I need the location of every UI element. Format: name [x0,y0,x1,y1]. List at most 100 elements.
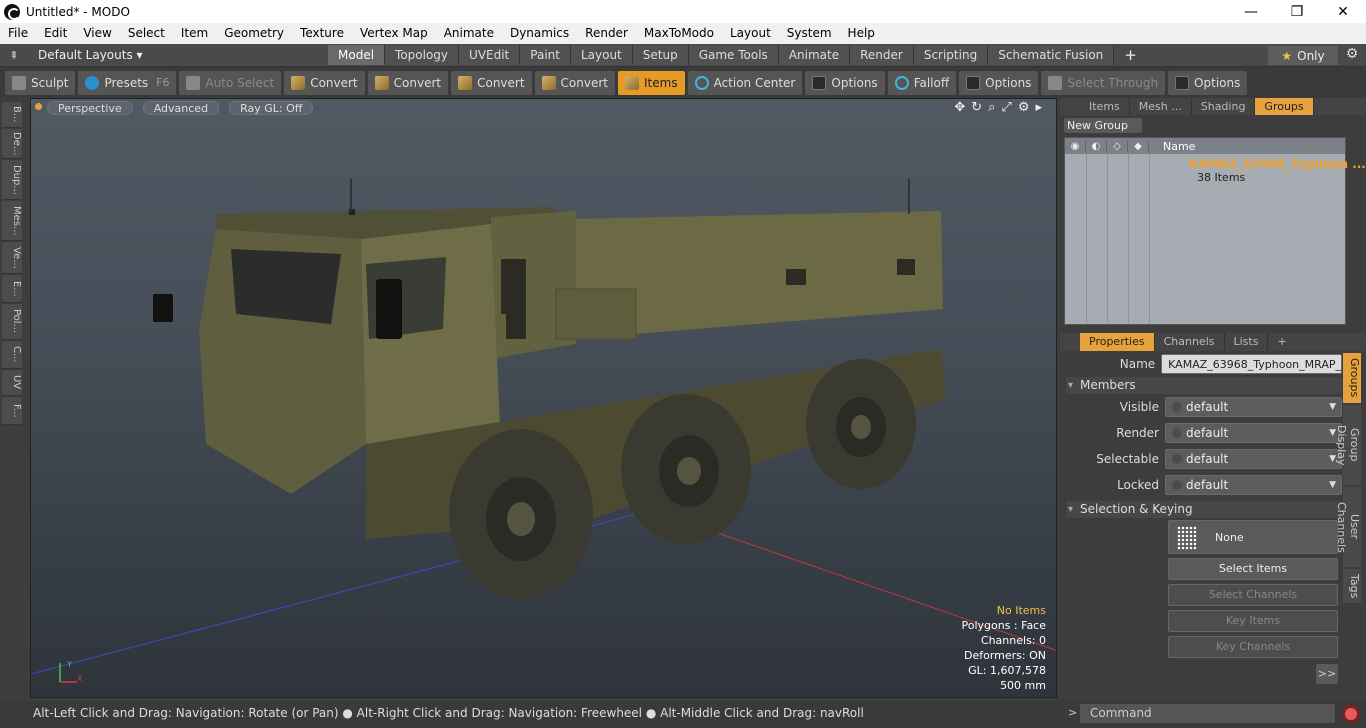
menu-view[interactable]: View [75,23,119,44]
pan-icon[interactable]: ✥ [954,100,965,115]
strip-tab-edge[interactable]: E... [2,275,22,303]
viewport-menu-icon[interactable] [35,103,42,110]
select-items-button[interactable]: Select Items [1168,558,1338,580]
none-button[interactable]: None [1168,520,1338,554]
key-items-button[interactable]: Key Items [1168,610,1338,632]
side-tab-group-display[interactable]: Group Display [1335,405,1361,485]
menu-vertex-map[interactable]: Vertex Map [352,23,436,44]
strip-tab-basic[interactable]: B... [2,102,22,128]
convert-edges-button[interactable]: Convert [367,70,449,95]
falloff-button[interactable]: Falloff [887,70,957,95]
layout-up-icon[interactable]: ⇞ [0,49,28,62]
group-row[interactable]: KAMAZ_63968_Typhoon ... 38 Items [1065,155,1366,185]
select-options-button[interactable]: Options [1168,70,1248,95]
zoom-icon[interactable]: ⌕ [988,100,995,115]
select-col-icon[interactable]: ◆ [1128,140,1149,152]
tab-model[interactable]: Model [328,45,386,65]
convert-materials-button[interactable]: Convert [534,70,615,95]
strip-tab-duplicate[interactable]: Dup... [2,160,22,200]
ray-gl-toggle[interactable]: Ray GL: Off [229,100,314,115]
menu-maxtomodo[interactable]: MaxToModo [636,23,722,44]
layout-gear-icon[interactable]: ⚙ [1342,46,1362,65]
col-name[interactable]: Name [1149,140,1195,153]
menu-select[interactable]: Select [120,23,173,44]
selectable-dropdown[interactable]: default ▼ [1165,449,1342,469]
strip-tab-fusion[interactable]: F... [2,397,22,425]
strip-tab-deform[interactable]: De... [2,129,22,159]
default-layouts-dropdown[interactable]: Default Layouts ▾ [28,48,328,62]
viewport-gear-icon[interactable]: ⚙ [1018,100,1030,115]
menu-layout[interactable]: Layout [722,23,779,44]
menu-system[interactable]: System [779,23,840,44]
strip-tab-curve[interactable]: C... [2,341,22,369]
minimize-button[interactable]: — [1228,0,1274,23]
auto-select-button[interactable]: Auto Select [179,70,282,95]
record-icon[interactable] [1342,705,1360,723]
strip-tab-vertex[interactable]: Ve... [2,242,22,274]
items-mode-button[interactable]: Items [618,70,685,95]
tab-animate[interactable]: Animate [778,45,851,65]
select-through-button[interactable]: Select Through [1041,70,1166,95]
convert-polygons-button[interactable]: Convert [451,70,532,95]
command-input[interactable]: Command [1080,704,1335,723]
options-button[interactable]: Options [805,70,885,95]
side-tab-user-channels[interactable]: User Channels [1335,487,1361,567]
locked-dropdown[interactable]: default ▼ [1165,475,1342,495]
convert-vertices-button[interactable]: Convert [284,70,365,95]
menu-dynamics[interactable]: Dynamics [502,23,577,44]
menu-help[interactable]: Help [840,23,883,44]
view-perspective-button[interactable]: Perspective [47,100,133,115]
render-dropdown[interactable]: default ▼ [1165,423,1342,443]
menu-geometry[interactable]: Geometry [216,23,292,44]
add-tab-button[interactable]: + [1114,45,1147,65]
rotate-icon[interactable]: ↻ [971,100,982,115]
visible-dropdown[interactable]: default ▼ [1165,397,1342,417]
menu-file[interactable]: File [0,23,36,44]
strip-tab-uv[interactable]: UV [2,370,22,396]
tab-shading[interactable]: Shading [1192,98,1256,115]
tab-setup[interactable]: Setup [632,45,689,65]
strip-tab-mesh[interactable]: Mes... [2,201,22,241]
tab-mesh[interactable]: Mesh ... [1130,98,1192,115]
3d-viewport[interactable]: Perspective Advanced Ray GL: Off ✥ ↻ ⌕ ⤢… [30,98,1057,698]
tab-channels[interactable]: Channels [1155,333,1225,351]
group-name[interactable]: KAMAZ_63968_Typhoon ... [1189,157,1366,171]
tab-paint[interactable]: Paint [520,45,571,65]
members-section[interactable]: Members [1066,377,1342,394]
select-channels-button[interactable]: Select Channels [1168,584,1338,606]
visibility-col-icon[interactable]: ◉ [1065,140,1086,152]
tab-lists[interactable]: Lists [1225,333,1269,351]
strip-tab-polygon[interactable]: Pol... [2,304,22,340]
lock-col-icon[interactable]: ◇ [1107,140,1128,152]
tab-render[interactable]: Render [850,45,914,65]
tab-topology[interactable]: Topology [385,45,460,65]
menu-texture[interactable]: Texture [292,23,352,44]
tab-items[interactable]: Items [1080,98,1130,115]
key-channels-button[interactable]: Key Channels [1168,636,1338,658]
new-group-button[interactable]: New Group [1064,118,1142,133]
view-advanced-button[interactable]: Advanced [142,100,220,115]
side-tab-groups[interactable]: Groups [1343,353,1361,403]
falloff-options-button[interactable]: Options [959,70,1039,95]
selection-keying-section[interactable]: Selection & Keying [1066,501,1342,518]
menu-render[interactable]: Render [577,23,636,44]
tab-properties[interactable]: Properties [1080,333,1155,351]
close-button[interactable]: ✕ [1320,0,1366,23]
action-center-button[interactable]: Action Center [687,70,803,95]
menu-item[interactable]: Item [173,23,216,44]
tab-game-tools[interactable]: Game Tools [688,45,779,65]
tab-schematic-fusion[interactable]: Schematic Fusion [988,45,1115,65]
menu-animate[interactable]: Animate [436,23,502,44]
tab-groups[interactable]: Groups [1255,98,1314,115]
presets-button[interactable]: Presets F6 [78,70,177,95]
name-field[interactable]: KAMAZ_63968_Typhoon_MRAP_ [1161,354,1342,374]
tab-scripting[interactable]: Scripting [913,45,989,65]
tab-uvedit[interactable]: UVEdit [459,45,521,65]
viewport-more-icon[interactable]: ▸ [1035,100,1042,115]
maximize-viewport-icon[interactable]: ⤢ [1001,100,1011,115]
more-button[interactable]: >> [1316,664,1338,684]
add-properties-tab-button[interactable]: + [1268,333,1295,351]
maximize-button[interactable]: ❐ [1274,0,1320,23]
render-col-icon[interactable]: ◐ [1086,140,1107,152]
tab-layout[interactable]: Layout [570,45,633,65]
